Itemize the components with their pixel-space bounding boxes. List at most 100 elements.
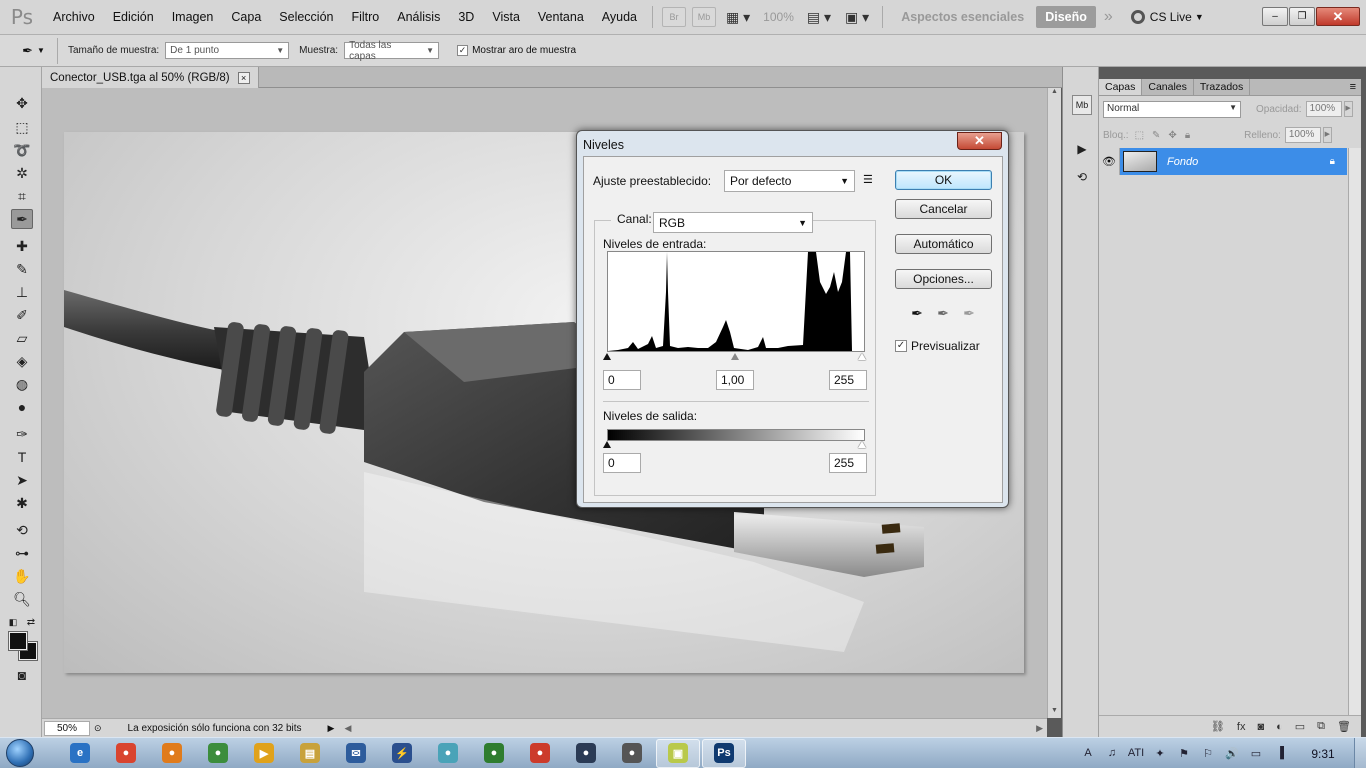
lasso-tool-icon[interactable]: ➰	[11, 140, 33, 160]
output-white-field[interactable]: 255	[829, 453, 867, 473]
actions-panel-icon[interactable]: ▶	[1072, 139, 1092, 159]
menu-capa[interactable]: Capa	[222, 0, 270, 35]
input-white-slider[interactable]	[858, 353, 866, 360]
document-tab[interactable]: Conector_USB.tga al 50% (RGB/8) ×	[42, 67, 259, 88]
clone-stamp-tool-icon[interactable]: ⊥	[11, 282, 33, 302]
cs-live-button[interactable]: CS Live ▼	[1130, 10, 1204, 24]
gray-point-eyedropper-icon[interactable]: ✒	[933, 305, 953, 325]
layer-style-icon[interactable]: fx	[1237, 721, 1246, 733]
pen-tool-icon[interactable]: ✑	[11, 424, 33, 444]
tray-icon-6[interactable]: 🔊	[1220, 747, 1244, 760]
menu-ventana[interactable]: Ventana	[529, 0, 593, 35]
checkbox-box[interactable]: ✓	[457, 45, 469, 56]
fill-slider-arrow-icon[interactable]: ▶	[1322, 127, 1332, 143]
output-black-field[interactable]: 0	[603, 453, 641, 473]
input-gamma-slider[interactable]	[731, 353, 739, 360]
taskbar-app-photoshop[interactable]: Ps	[702, 738, 746, 768]
menu-analisis[interactable]: Análisis	[388, 0, 449, 35]
close-button[interactable]: ✕	[1316, 7, 1360, 26]
new-group-icon[interactable]: ▭	[1295, 720, 1305, 733]
menu-vista[interactable]: Vista	[483, 0, 529, 35]
status-info-icon[interactable]: ⊙	[94, 723, 102, 734]
zoom-level-menu[interactable]: 100%	[757, 10, 800, 24]
tray-icon-5[interactable]: ⚐	[1196, 747, 1220, 760]
workspace-more-icon[interactable]: »	[1096, 8, 1121, 26]
workspace-design-button[interactable]: Diseño	[1036, 6, 1096, 28]
scroll-right-icon[interactable]: ▶	[1036, 723, 1043, 734]
tray-icon-4[interactable]: ⚑	[1172, 747, 1196, 760]
layer-row[interactable]: 👁︎ Fondo 🔒︎	[1099, 148, 1347, 175]
dialog-close-button[interactable]: ✕	[957, 132, 1002, 150]
layer-item[interactable]: Fondo 🔒︎	[1120, 148, 1347, 175]
restore-button[interactable]: ❐	[1289, 7, 1315, 26]
path-selection-tool-icon[interactable]: ➤	[11, 470, 33, 490]
menu-edicion[interactable]: Edición	[104, 0, 163, 35]
lock-position-icon[interactable]: ✥	[1168, 130, 1176, 141]
show-desktop-button[interactable]	[1354, 738, 1366, 768]
auto-button[interactable]: Automático	[895, 234, 992, 254]
taskbar-app-chrome[interactable]: ●	[104, 739, 148, 768]
brush-tool-icon[interactable]: ✎	[11, 259, 33, 279]
sample-size-select[interactable]: De 1 punto ▼	[165, 42, 290, 59]
tray-icon-8[interactable]: ▐	[1268, 747, 1292, 760]
delete-layer-icon[interactable]: 🗑︎	[1337, 720, 1351, 733]
taskbar-app-utility[interactable]: ●	[426, 739, 470, 768]
arrange-documents-icon[interactable]: ▤ ▾	[803, 7, 835, 27]
visibility-eye-icon[interactable]: 👁︎	[1099, 148, 1120, 175]
default-colors-icon[interactable]: ◧	[6, 612, 20, 632]
panel-collapse-bar[interactable]	[1099, 67, 1361, 79]
menu-ayuda[interactable]: Ayuda	[593, 0, 646, 35]
eraser-tool-icon[interactable]: ▱	[11, 328, 33, 348]
opacity-slider-arrow-icon[interactable]: ▶	[1343, 101, 1353, 117]
sample-select[interactable]: Todas las capas ▼	[344, 40, 440, 62]
close-tab-icon[interactable]: ×	[237, 71, 250, 84]
new-layer-icon[interactable]: ⧉	[1317, 720, 1325, 733]
paint-bucket-tool-icon[interactable]: ◈	[11, 351, 33, 371]
taskbar-app-audio[interactable]: ●	[610, 739, 654, 768]
link-layers-icon[interactable]: ⛓	[1211, 720, 1225, 733]
panel-menu-icon[interactable]: ≡	[1350, 79, 1361, 95]
type-tool-icon[interactable]: T	[11, 447, 33, 467]
taskbar-app-firefox[interactable]: ●	[150, 739, 194, 768]
shape-tool-icon[interactable]: ✱	[11, 493, 33, 513]
tray-icon-3[interactable]: ✦	[1148, 747, 1172, 760]
preview-checkbox[interactable]: ✓ Previsualizar	[895, 339, 980, 353]
show-ring-checkbox[interactable]: ✓ Mostrar aro de muestra	[457, 45, 576, 56]
3d-camera-tool-icon[interactable]: ⊶	[11, 543, 33, 563]
tray-icon-1[interactable]: ♫	[1100, 747, 1124, 760]
tab-canales[interactable]: Canales	[1142, 79, 1194, 95]
swap-colors-icon[interactable]: ⇄	[24, 612, 38, 632]
scroll-up-icon[interactable]: ▲	[1048, 88, 1061, 95]
taskbar-app-folder[interactable]: ▣	[656, 738, 700, 768]
menu-filtro[interactable]: Filtro	[342, 0, 388, 35]
taskbar-app-internet-explorer[interactable]: e	[58, 739, 102, 768]
preset-select[interactable]: Por defecto ▼	[724, 170, 855, 192]
marquee-tool-icon[interactable]: ⬚	[11, 117, 33, 137]
history-panel-icon[interactable]: ⟲	[1072, 167, 1092, 187]
input-black-field[interactable]: 0	[603, 370, 641, 390]
output-black-slider[interactable]	[603, 441, 611, 448]
white-point-eyedropper-icon[interactable]: ✒	[959, 305, 979, 325]
zoom-tool-icon[interactable]: 🔍︎	[11, 589, 33, 609]
tray-icon-2[interactable]: ATI	[1124, 747, 1148, 760]
menu-seleccion[interactable]: Selección	[270, 0, 342, 35]
tab-trazados[interactable]: Trazados	[1194, 79, 1251, 95]
input-black-slider[interactable]	[603, 353, 611, 360]
blur-tool-icon[interactable]: ◍	[11, 374, 33, 394]
start-button[interactable]	[0, 738, 40, 768]
screen-mode-icon[interactable]: ▣ ▾	[841, 7, 873, 27]
minimize-button[interactable]: –	[1262, 7, 1288, 26]
bridge-button[interactable]: Br	[662, 7, 687, 27]
tray-icon-0[interactable]: A	[1076, 747, 1100, 760]
zoom-field[interactable]: 50%	[44, 720, 90, 736]
crop-tool-icon[interactable]: ⌗	[11, 186, 33, 206]
options-button[interactable]: Opciones...	[895, 269, 992, 289]
view-extras-icon[interactable]: ▦ ▾	[722, 7, 754, 27]
taskbar-app-media-player[interactable]: ▶	[242, 739, 286, 768]
move-tool-icon[interactable]: ✥	[11, 93, 33, 113]
clock[interactable]: 9:31	[1292, 747, 1354, 761]
scroll-down-icon[interactable]: ▼	[1048, 707, 1061, 714]
magic-wand-tool-icon[interactable]: ✲	[11, 163, 33, 183]
fill-field[interactable]: 100%	[1284, 127, 1321, 143]
taskbar-app-thunder[interactable]: ⚡	[380, 739, 424, 768]
